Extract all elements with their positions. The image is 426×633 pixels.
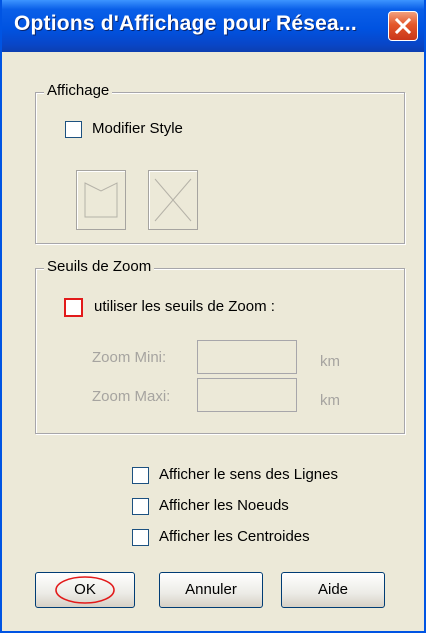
use-zoom-thresholds-checkbox[interactable] bbox=[64, 298, 83, 317]
cross-style-icon bbox=[154, 178, 192, 222]
modifier-style-label: Modifier Style bbox=[92, 120, 183, 137]
close-button[interactable] bbox=[388, 11, 418, 41]
use-zoom-thresholds-label: utiliser les seuils de Zoom : bbox=[94, 298, 275, 315]
ok-button[interactable]: OK bbox=[35, 572, 135, 608]
dialog-window: Options d'Affichage pour Résea... Affich… bbox=[0, 0, 426, 633]
ok-label: OK bbox=[74, 581, 96, 598]
affichage-legend: Affichage bbox=[44, 82, 113, 99]
line-style-icon bbox=[84, 182, 118, 218]
zoom-max-unit: km bbox=[320, 392, 340, 409]
show-nodes-checkbox[interactable] bbox=[132, 498, 149, 515]
show-line-direction-label: Afficher le sens des Lignes bbox=[159, 466, 338, 483]
cross-style-button[interactable] bbox=[148, 170, 198, 230]
line-style-button[interactable] bbox=[76, 170, 126, 230]
title-bar[interactable]: Options d'Affichage pour Résea... bbox=[2, 0, 424, 52]
window-title: Options d'Affichage pour Résea... bbox=[14, 12, 357, 35]
zoom-min-label: Zoom Mini: bbox=[92, 349, 167, 366]
annuler-button[interactable]: Annuler bbox=[159, 572, 263, 608]
zoom-thresholds-legend: Seuils de Zoom bbox=[44, 258, 155, 275]
modifier-style-checkbox[interactable] bbox=[65, 121, 82, 138]
zoom-max-field[interactable] bbox=[197, 378, 297, 412]
close-icon bbox=[394, 17, 412, 35]
aide-button[interactable]: Aide bbox=[281, 572, 385, 608]
zoom-min-unit: km bbox=[320, 353, 340, 370]
zoom-min-field[interactable] bbox=[197, 340, 297, 374]
show-centroids-checkbox[interactable] bbox=[132, 529, 149, 546]
show-line-direction-checkbox[interactable] bbox=[132, 467, 149, 484]
show-centroids-label: Afficher les Centroides bbox=[159, 528, 310, 545]
zoom-max-label: Zoom Maxi: bbox=[92, 388, 171, 405]
show-nodes-label: Afficher les Noeuds bbox=[159, 497, 289, 514]
